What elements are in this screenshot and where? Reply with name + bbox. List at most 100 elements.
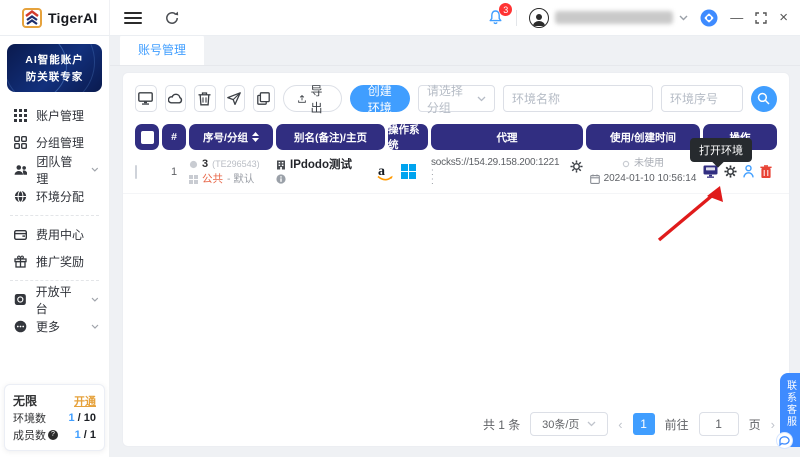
- member-icon[interactable]: [743, 165, 754, 178]
- time-cell: 未使用 2024-01-10 10:56:14: [586, 158, 700, 185]
- amazon-icon: a: [377, 164, 393, 180]
- proxy-settings-gear-icon[interactable]: [570, 160, 583, 173]
- open-env-button[interactable]: [135, 85, 157, 112]
- trash-icon: [198, 91, 211, 105]
- clone-button[interactable]: [253, 85, 275, 112]
- delete-button[interactable]: [194, 85, 216, 112]
- tab-strip: 账号管理: [110, 34, 800, 66]
- env-dot-icon: [189, 160, 198, 168]
- group-grid-icon: [14, 136, 27, 149]
- header-index: #: [162, 124, 186, 150]
- chat-icon[interactable]: [776, 432, 793, 449]
- sidebar-item-label: 更多: [36, 320, 61, 334]
- user-menu[interactable]: [529, 7, 688, 28]
- goto-page-input[interactable]: [698, 412, 739, 436]
- sidebar-item-open-platform[interactable]: 开放平台: [0, 285, 109, 316]
- info-icon[interactable]: [276, 174, 286, 184]
- export-button[interactable]: 导出: [282, 84, 342, 115]
- proxy-address: socks5://154.29.158.200:1221: [431, 157, 560, 168]
- group-tag: 公共: [202, 173, 223, 185]
- sidebar-item-more[interactable]: 更多: [0, 313, 109, 340]
- os-cell: [388, 164, 428, 179]
- select-all-checkbox-cell[interactable]: [135, 124, 159, 150]
- env-settings-gear-icon[interactable]: [724, 165, 737, 178]
- platform-icon: [14, 293, 26, 306]
- sidebar-item-label: 开放平台: [35, 284, 72, 316]
- content-card: 导出 创建环境 请选择分组 # 序号/分组: [122, 72, 790, 447]
- search-button[interactable]: [750, 85, 777, 112]
- status-dot-icon: [622, 160, 630, 168]
- env-used: 1: [68, 411, 75, 424]
- minimize-button[interactable]: —: [730, 10, 743, 25]
- main-area: 账号管理 导出 创建环境 请选择分组 环境名称 环境序号 # 序号/分组 别名(…: [110, 34, 800, 457]
- prev-page-button[interactable]: ‹: [618, 417, 622, 432]
- header-serial-group[interactable]: 序号/分组: [189, 124, 273, 150]
- close-button[interactable]: ×: [779, 9, 788, 26]
- refresh-icon[interactable]: [164, 10, 180, 26]
- env-name-input[interactable]: [502, 85, 653, 112]
- topbar: TigerAI 3 — ×: [0, 0, 800, 36]
- promo-banner: AI智能账户 防关联专家: [7, 44, 102, 92]
- share-button[interactable]: [223, 85, 245, 112]
- operations-cell: [703, 165, 777, 178]
- sidebar: AI智能账户 防关联专家 账户管理 分组管理 团队管理 环境分配 费用中心 推广…: [0, 36, 110, 457]
- cloud-icon: [167, 93, 182, 104]
- goto-label: 前往: [664, 417, 689, 432]
- sidebar-item-label: 分组管理: [36, 136, 85, 150]
- page-size-select[interactable]: 30条/页: [530, 412, 609, 436]
- env-serial-input[interactable]: [660, 85, 743, 112]
- cloud-button[interactable]: [164, 85, 186, 112]
- support-ribbon[interactable]: 联系客服: [776, 373, 800, 449]
- copy-icon: [257, 92, 271, 105]
- export-label: 导出: [310, 83, 323, 115]
- select-all-checkbox[interactable]: [140, 130, 154, 144]
- delete-env-trash-icon[interactable]: [760, 165, 772, 178]
- member-count-label: 成员数: [13, 429, 46, 442]
- sidebar-item-label: 费用中心: [36, 228, 85, 242]
- tab-account-management[interactable]: 账号管理: [120, 34, 205, 65]
- gift-icon: [14, 255, 27, 268]
- open-env-icon[interactable]: [703, 165, 718, 178]
- member-used: 1: [74, 428, 81, 441]
- sidebar-item-accounts[interactable]: 账户管理: [0, 102, 109, 129]
- current-page[interactable]: 1: [632, 413, 655, 435]
- maximize-button[interactable]: [755, 11, 767, 24]
- env-serial: 3: [202, 158, 209, 170]
- proxy-cell: socks5://154.29.158.200:1221 : :: [431, 157, 583, 187]
- sidebar-item-label: 账户管理: [36, 109, 85, 123]
- row-checkbox[interactable]: [135, 164, 137, 179]
- group-default: - 默认: [227, 173, 255, 185]
- wallet-icon: [14, 229, 27, 240]
- notification-badge: 3: [499, 3, 513, 16]
- env-code: (TE296543): [212, 159, 260, 169]
- group-mini-icon: [189, 174, 198, 184]
- sidebar-item-label: 环境分配: [36, 190, 85, 204]
- banner-line1: AI智能账户: [25, 54, 84, 66]
- divider: [10, 215, 99, 216]
- group-filter-select[interactable]: 请选择分组: [417, 84, 495, 115]
- menu-toggle-icon[interactable]: [124, 11, 142, 24]
- alias-cell: IPdodo测试 a: [276, 159, 393, 184]
- chevron-down-icon: [477, 96, 486, 101]
- member-total: / 1: [83, 428, 96, 441]
- logo: TigerAI: [0, 0, 110, 35]
- sidebar-item-team[interactable]: 团队管理: [0, 155, 109, 186]
- search-icon: [758, 92, 771, 105]
- notifications-bell-icon[interactable]: 3: [487, 3, 513, 26]
- toolbar: 导出 创建环境 请选择分组: [123, 73, 789, 122]
- upgrade-link[interactable]: 开通: [74, 393, 96, 409]
- sidebar-item-label: 团队管理: [36, 154, 73, 186]
- calendar-icon: [589, 174, 600, 184]
- info-icon: ?: [48, 429, 58, 440]
- proxy-user: :: [431, 167, 434, 178]
- sidebar-item-billing[interactable]: 费用中心: [0, 221, 109, 248]
- team-icon: [14, 164, 28, 175]
- sidebar-item-env-allocation[interactable]: 环境分配: [0, 183, 109, 210]
- create-env-button[interactable]: 创建环境: [349, 84, 410, 115]
- sidebar-item-rewards[interactable]: 推广奖励: [0, 248, 109, 275]
- header-time: 使用/创建时间: [586, 124, 700, 150]
- windows-icon: [400, 164, 416, 179]
- next-page-button[interactable]: ›: [771, 417, 775, 432]
- safe-center-icon[interactable]: [700, 9, 718, 27]
- row-index: 1: [170, 165, 178, 178]
